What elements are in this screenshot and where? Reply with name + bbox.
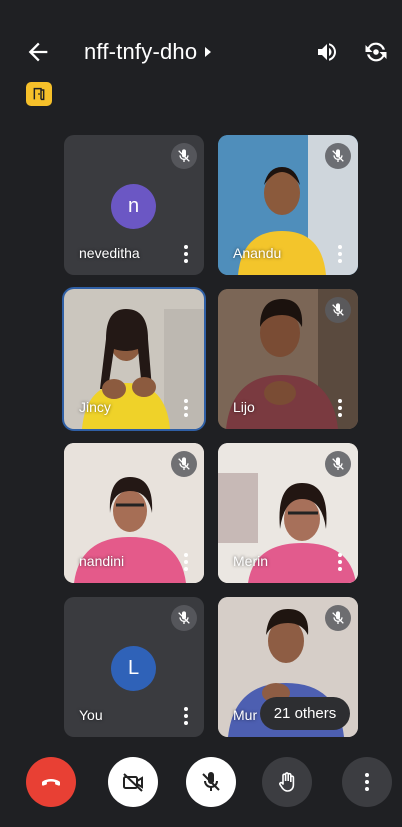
chevron-right-icon [205, 47, 212, 57]
more-vert-icon [365, 773, 369, 791]
more-options-icon[interactable] [184, 245, 188, 263]
door-badge-icon[interactable] [26, 82, 52, 106]
door-icon [33, 87, 45, 101]
participant-name: Lijo [233, 399, 255, 415]
participant-name: Jincy [79, 399, 111, 415]
mic-off-icon [325, 451, 351, 477]
meeting-title[interactable]: nff-tnfy-dho [84, 39, 212, 65]
participant-name: nandini [79, 553, 125, 569]
camera-off-icon [123, 773, 143, 792]
participant-name: neveditha [79, 245, 140, 261]
mic-off-icon [171, 143, 197, 169]
avatar: L [111, 646, 156, 691]
mic-off-icon [325, 297, 351, 323]
mic-off-icon [171, 605, 197, 631]
participant-tile[interactable]: Lijo [218, 289, 358, 429]
participant-name: Merin [233, 553, 269, 569]
participant-tile[interactable]: n neveditha [64, 135, 204, 275]
mic-off-icon [325, 605, 351, 631]
meeting-code: nff-tnfy-dho [84, 39, 198, 64]
camera-flip-icon[interactable] [362, 38, 390, 66]
mic-off-icon [325, 143, 351, 169]
others-count-chip[interactable]: 21 others [260, 697, 350, 730]
more-options-icon[interactable] [338, 553, 342, 571]
participant-name: Mur [233, 707, 258, 723]
participant-tile[interactable]: Anandu [218, 135, 358, 275]
more-options-icon[interactable] [184, 553, 188, 571]
participant-name: You [79, 707, 103, 723]
more-options-icon[interactable] [338, 245, 342, 263]
more-options-icon[interactable] [184, 707, 188, 725]
camera-off-button[interactable] [108, 757, 158, 807]
phone-hangup-icon [42, 779, 60, 786]
speaker-icon[interactable] [314, 40, 340, 64]
more-options-button[interactable] [342, 757, 392, 807]
mic-toggle-button[interactable] [186, 757, 236, 807]
more-options-icon[interactable] [338, 399, 342, 417]
participant-tile[interactable]: Jincy [62, 287, 206, 431]
participant-tile[interactable]: nandini [64, 443, 204, 583]
participant-tile[interactable]: Merin [218, 443, 358, 583]
avatar: n [111, 184, 156, 229]
mic-off-icon [202, 772, 220, 791]
more-options-icon[interactable] [184, 399, 188, 417]
top-bar: nff-tnfy-dho [0, 0, 402, 80]
participant-name: Anandu [233, 245, 282, 261]
back-arrow-icon[interactable] [24, 38, 52, 66]
participant-tile[interactable]: L You [64, 597, 204, 737]
mic-off-icon [171, 451, 197, 477]
call-controls [0, 757, 402, 821]
end-call-button[interactable] [26, 757, 76, 807]
raise-hand-button[interactable] [262, 757, 312, 807]
hand-icon [279, 772, 295, 792]
